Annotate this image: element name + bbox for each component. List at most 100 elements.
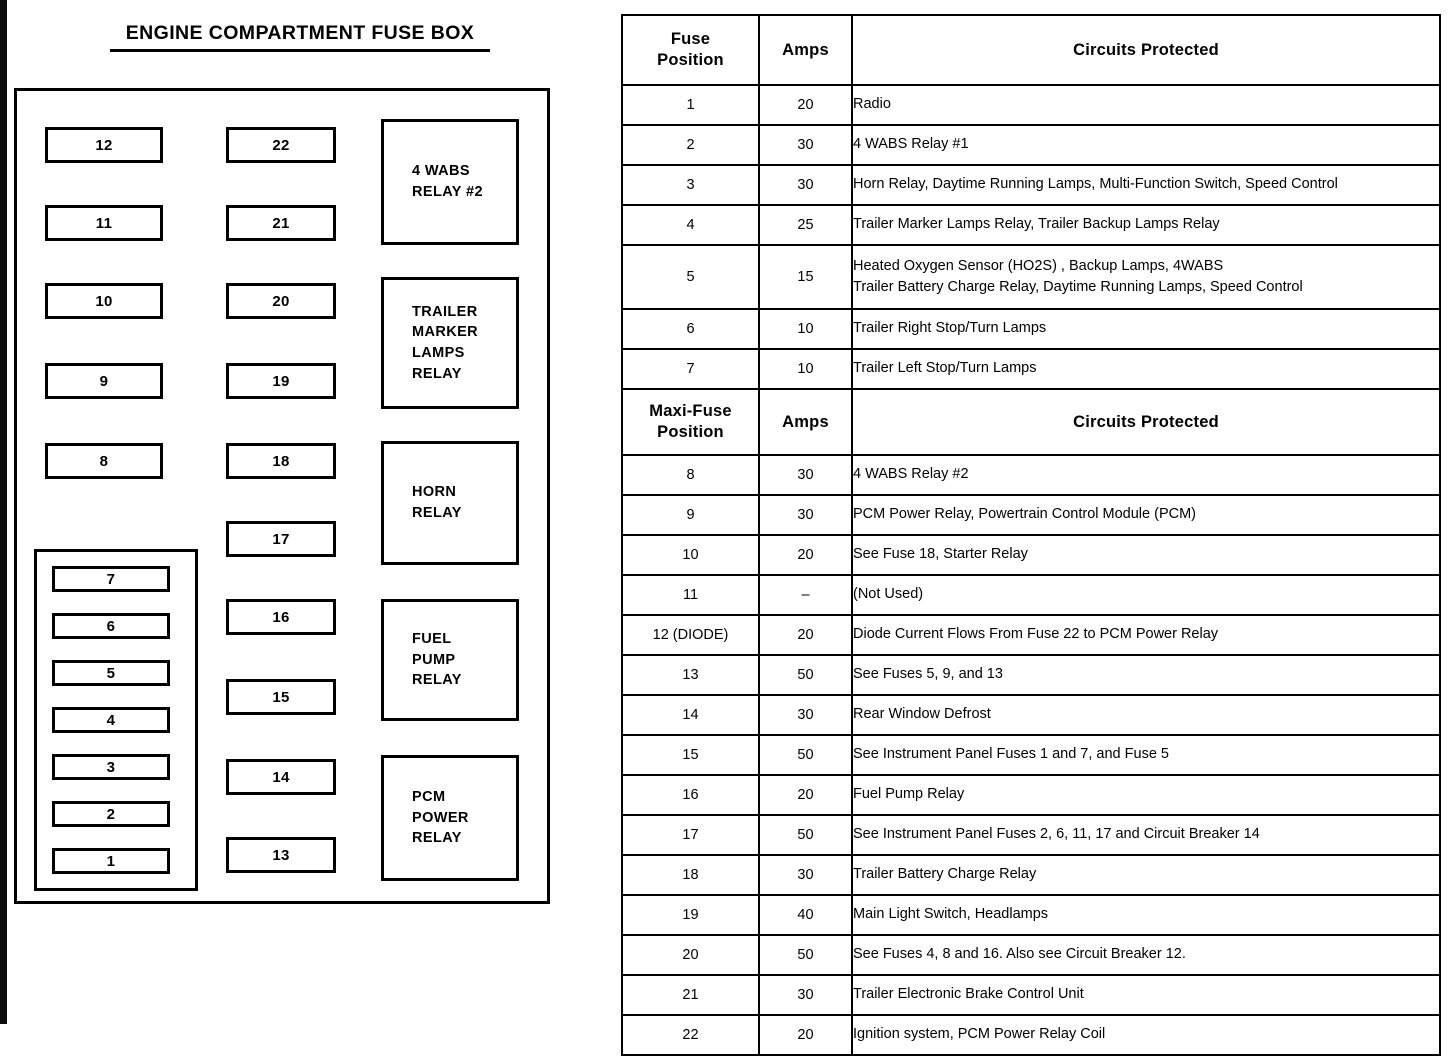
- fuse-slot-6: 6: [52, 613, 170, 639]
- table-row: 22 20 Ignition system, PCM Power Relay Coi…: [621, 1014, 1441, 1056]
- circuits-protected-value: Fuel Pump Relay: [851, 774, 1441, 816]
- table-row: 19 40 Main Light Switch, Headlamps: [621, 894, 1441, 936]
- fuse-slot-13: 13: [226, 837, 336, 873]
- amps-value: 40: [758, 894, 853, 936]
- circuits-protected-value: 4 WABS Relay #2: [851, 454, 1441, 496]
- amps-value: 20: [758, 1014, 853, 1056]
- table-row: 9 30 PCM Power Relay, Powertrain Control M…: [621, 494, 1441, 536]
- fuse-slot-15: 15: [226, 679, 336, 715]
- header-maxi-amps: Amps: [758, 388, 853, 456]
- table-row: 21 30 Trailer Electronic Brake Control Uni…: [621, 974, 1441, 1016]
- fuse-position-3: 3: [621, 164, 760, 206]
- relay-horn-relay: HORN RELAY: [381, 441, 519, 565]
- circuits-protected-value: See Fuses 5, 9, and 13: [851, 654, 1441, 696]
- fuse-slot-11: 11: [45, 205, 163, 241]
- fuse-slot-16: 16: [226, 599, 336, 635]
- maxi-fuse-position-9: 9: [621, 494, 760, 536]
- relay-4-wabs-relay-2: 4 WABS RELAY #2: [381, 119, 519, 245]
- circuits-protected-value: Trailer Left Stop/Turn Lamps: [851, 348, 1441, 390]
- maxi-fuse-position-8: 8: [621, 454, 760, 496]
- fuse-slot-14: 14: [226, 759, 336, 795]
- table-row: 6 10 Trailer Right Stop/Turn Lamps: [621, 308, 1441, 350]
- circuits-protected-value: Trailer Marker Lamps Relay, Trailer Back…: [851, 204, 1441, 246]
- maxi-fuse-position-22: 22: [621, 1014, 760, 1056]
- table-head-maxi: Maxi-Fuse Position Amps Circuits Protect…: [621, 388, 1441, 456]
- fuse-slot-8: 8: [45, 443, 163, 479]
- table-row: 8 30 4 WABS Relay #2: [621, 454, 1441, 496]
- circuits-protected-value: See Instrument Panel Fuses 2, 6, 11, 17 …: [851, 814, 1441, 856]
- table-row: 1 20 Radio: [621, 84, 1441, 126]
- circuits-protected-value: PCM Power Relay, Powertrain Control Modu…: [851, 494, 1441, 536]
- fuse-box-panel: 12 11 10 9 8 22 21 20 19 18 17 16 15 14 13 7654321 4 W…: [14, 88, 550, 904]
- amps-value: 20: [758, 774, 853, 816]
- circuits-protected-value: Horn Relay, Daytime Running Lamps, Multi…: [851, 164, 1441, 206]
- amps-value: 30: [758, 164, 853, 206]
- circuits-protected-value: Rear Window Defrost: [851, 694, 1441, 736]
- amps-value: 10: [758, 308, 853, 350]
- table-row: 20 50 See Fuses 4, 8 and 16. Also see Circ…: [621, 934, 1441, 976]
- circuits-protected-value: Trailer Electronic Brake Control Unit: [851, 974, 1441, 1016]
- circuits-protected-value: Trailer Battery Charge Relay: [851, 854, 1441, 896]
- maxi-fuse-rows-body: 8 30 4 WABS Relay #2 9 30 PCM Power Relay, Po…: [621, 454, 1441, 1056]
- circuits-protected-value: Heated Oxygen Sensor (HO2S) , Backup Lam…: [851, 244, 1441, 310]
- header-circuits: Circuits Protected: [851, 14, 1441, 86]
- fuse-slot-10: 10: [45, 283, 163, 319]
- fuse-slot-1: 1: [52, 848, 170, 874]
- relay-trailer-marker-lamps-relay: TRAILER MARKER LAMPS RELAY: [381, 277, 519, 409]
- table-row: 4 25 Trailer Marker Lamps Relay, Trailer B…: [621, 204, 1441, 246]
- fuse-slot-2: 2: [52, 801, 170, 827]
- amps-value: 20: [758, 84, 853, 126]
- diagram-title: ENGINE COMPARTMENT FUSE BOX: [110, 22, 490, 52]
- amps-value: 30: [758, 124, 853, 166]
- fuse-slot-4: 4: [52, 707, 170, 733]
- table-row: 10 20 See Fuse 18, Starter Relay: [621, 534, 1441, 576]
- amps-value: 30: [758, 974, 853, 1016]
- fuse-slot-5: 5: [52, 660, 170, 686]
- amps-value: 10: [758, 348, 853, 390]
- fuse-slot-3: 3: [52, 754, 170, 780]
- header-maxi-fuse-position: Maxi-Fuse Position: [621, 388, 760, 456]
- relay-fuel-pump-relay: FUEL PUMP RELAY: [381, 599, 519, 721]
- maxi-fuse-position-14: 14: [621, 694, 760, 736]
- fuse-position-7: 7: [621, 348, 760, 390]
- table-row: 3 30 Horn Relay, Daytime Running Lamps, Mu…: [621, 164, 1441, 206]
- header-amps: Amps: [758, 14, 853, 86]
- header-row-maxi-fuse: Maxi-Fuse Position Amps Circuits Protect…: [621, 388, 1441, 456]
- maxi-fuse-position-21: 21: [621, 974, 760, 1016]
- amps-value: 50: [758, 814, 853, 856]
- fuse-slot-20: 20: [226, 283, 336, 319]
- fuse-slot-9: 9: [45, 363, 163, 399]
- fuse-position-5: 5: [621, 244, 760, 310]
- amps-value: 50: [758, 734, 853, 776]
- fuse-position-1: 1: [621, 84, 760, 126]
- table-row: 13 50 See Fuses 5, 9, and 13: [621, 654, 1441, 696]
- amps-value: 15: [758, 244, 853, 310]
- table-row: 12 (DIODE) 20 Diode Current Flows From Fus…: [621, 614, 1441, 656]
- table-row: 17 50 See Instrument Panel Fuses 2, 6, 11,…: [621, 814, 1441, 856]
- fuse-slot-19: 19: [226, 363, 336, 399]
- circuits-protected-value: 4 WABS Relay #1: [851, 124, 1441, 166]
- table-row: 18 30 Trailer Battery Charge Relay: [621, 854, 1441, 896]
- table-row: 15 50 See Instrument Panel Fuses 1 and 7, …: [621, 734, 1441, 776]
- amps-value: 30: [758, 454, 853, 496]
- table-row: 16 20 Fuel Pump Relay: [621, 774, 1441, 816]
- table-row: 11– (Not Used): [621, 574, 1441, 616]
- amps-value: 50: [758, 654, 853, 696]
- fuse-legend-table: Fuse Position Amps Circuits Protected 12…: [621, 14, 1441, 1056]
- maxi-fuse-position-18: 18: [621, 854, 760, 896]
- circuits-protected-value: (Not Used): [851, 574, 1441, 616]
- fuse-position-4: 4: [621, 204, 760, 246]
- fuse-slot-7: 7: [52, 566, 170, 592]
- fuse-slot-18: 18: [226, 443, 336, 479]
- relay-pcm-power-relay: PCM POWER RELAY: [381, 755, 519, 881]
- fuse-slot-21: 21: [226, 205, 336, 241]
- maxi-fuse-position-17: 17: [621, 814, 760, 856]
- maxi-fuse-position-13: 13: [621, 654, 760, 696]
- amps-value: 30: [758, 494, 853, 536]
- amps-value: –: [758, 574, 853, 616]
- fuse-slot-12: 12: [45, 127, 163, 163]
- amps-value: 50: [758, 934, 853, 976]
- table-row: 2 30 4 WABS Relay #1: [621, 124, 1441, 166]
- table-row: 7 10 Trailer Left Stop/Turn Lamps: [621, 348, 1441, 390]
- header-row-fuse: Fuse Position Amps Circuits Protected: [621, 14, 1441, 86]
